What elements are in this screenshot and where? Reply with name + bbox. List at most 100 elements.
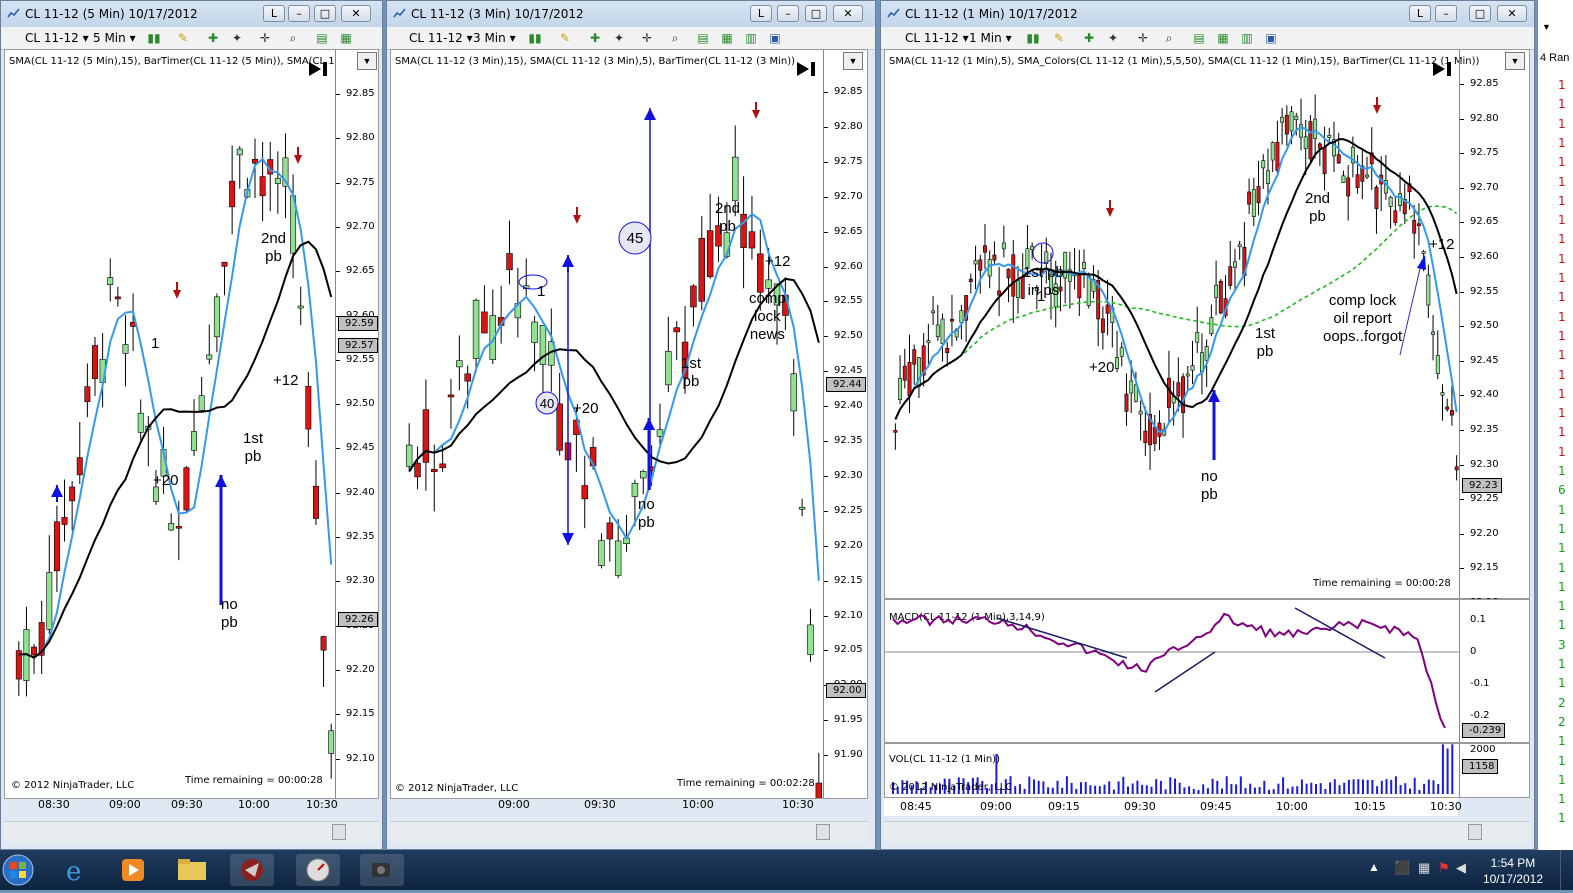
media-player-icon[interactable] bbox=[112, 854, 156, 886]
price-panel[interactable]: SMA(CL 11-12 (1 Min),5), SMA_Colors(CL 1… bbox=[884, 49, 1530, 608]
clock[interactable]: 1:54 PM 10/17/2012 bbox=[1483, 855, 1543, 887]
properties-icon[interactable]: ▤ bbox=[314, 30, 330, 46]
chart-trader-icon[interactable]: ▥ bbox=[1239, 30, 1255, 46]
minimize-button[interactable]: – bbox=[288, 5, 310, 22]
range-count: 1 bbox=[1558, 753, 1566, 768]
title-bar[interactable]: CL 11-12 (3 Min) 10/17/2012 L – □ ✕ bbox=[387, 1, 875, 27]
minimize-button[interactable]: – bbox=[1435, 5, 1457, 22]
strategy-icon[interactable]: ✦ bbox=[611, 30, 627, 46]
close-button[interactable]: ✕ bbox=[1497, 5, 1527, 22]
price-tick-label: 92.45 bbox=[1470, 354, 1499, 366]
add-indicator-icon[interactable]: ✚ bbox=[587, 30, 603, 46]
maximize-button[interactable]: □ bbox=[314, 5, 336, 22]
chart-trader-icon[interactable]: ▥ bbox=[743, 30, 759, 46]
interval-selector[interactable]: 5 Min ▾ bbox=[93, 31, 136, 45]
price-tick-label: 92.20 bbox=[834, 539, 863, 551]
side-panel-dropdown[interactable]: ▼ bbox=[1542, 22, 1556, 36]
chart-annotation: +20 bbox=[573, 400, 599, 417]
zoom-icon[interactable]: ⌕ bbox=[1161, 30, 1177, 46]
chart-style-button[interactable]: L bbox=[1409, 5, 1431, 22]
candle-body bbox=[731, 156, 739, 202]
candle-body bbox=[456, 360, 463, 368]
bar-type-icon[interactable]: ▮▮ bbox=[527, 30, 543, 46]
chart-style-button[interactable]: L bbox=[263, 5, 285, 22]
maximize-button[interactable]: □ bbox=[1469, 5, 1491, 22]
range-count: 1 bbox=[1558, 193, 1566, 208]
price-panel[interactable]: SMA(CL 11-12 (3 Min),15), SMA(CL 11-12 (… bbox=[390, 49, 868, 799]
instrument-selector[interactable]: CL 11-12 ▾ bbox=[409, 31, 473, 45]
template-icon[interactable]: ▣ bbox=[767, 30, 783, 46]
candle-body bbox=[1011, 254, 1016, 297]
ninjatrader-icon[interactable] bbox=[230, 854, 274, 886]
candle-body bbox=[31, 646, 38, 656]
camera-icon[interactable] bbox=[360, 854, 404, 886]
start-button[interactable] bbox=[0, 852, 40, 888]
tick-mark bbox=[1460, 118, 1464, 120]
data-box-icon[interactable]: ▦ bbox=[1215, 30, 1231, 46]
flag-icon[interactable]: ⚑ bbox=[1438, 860, 1450, 876]
title-bar[interactable]: CL 11-12 (1 Min) 10/17/2012 L – □ ✕ bbox=[881, 1, 1534, 27]
data-box-icon[interactable]: ▦ bbox=[338, 30, 354, 46]
horizontal-scrollbar[interactable] bbox=[884, 821, 1530, 842]
volume-panel[interactable]: VOL(CL 11-12 (1 Min)) 200010001158 © 201… bbox=[884, 743, 1530, 798]
pencil-icon[interactable]: ✎ bbox=[557, 30, 573, 46]
bar-type-icon[interactable]: ▮▮ bbox=[1025, 30, 1041, 46]
interval-selector[interactable]: 1 Min ▾ bbox=[969, 31, 1012, 45]
candle-body bbox=[1336, 154, 1341, 164]
candle-body bbox=[1393, 210, 1398, 223]
interval-label: 1 Min bbox=[969, 31, 1002, 45]
zoom-icon[interactable]: ⌕ bbox=[667, 30, 683, 46]
add-indicator-icon[interactable]: ✚ bbox=[1081, 30, 1097, 46]
instrument-selector[interactable]: CL 11-12 ▾ bbox=[905, 31, 969, 45]
candle-body bbox=[1105, 304, 1110, 314]
file-explorer-icon[interactable] bbox=[170, 854, 214, 886]
show-desktop-button[interactable] bbox=[1560, 850, 1573, 890]
properties-icon[interactable]: ▤ bbox=[695, 30, 711, 46]
candle-body bbox=[1289, 111, 1294, 132]
instrument-selector[interactable]: CL 11-12 ▾ bbox=[25, 31, 89, 45]
tick-mark bbox=[824, 615, 828, 617]
bar-type-icon[interactable]: ▮▮ bbox=[146, 30, 162, 46]
minimize-button[interactable]: – bbox=[777, 5, 799, 22]
strategy-icon[interactable]: ✦ bbox=[1105, 30, 1121, 46]
properties-icon[interactable]: ▤ bbox=[1191, 30, 1207, 46]
interval-selector[interactable]: 3 Min ▾ bbox=[473, 31, 516, 45]
crosshair-icon[interactable]: ✛ bbox=[1135, 30, 1151, 46]
add-indicator-icon[interactable]: ✚ bbox=[205, 30, 221, 46]
candle-body bbox=[221, 261, 228, 267]
scroll-thumb[interactable] bbox=[332, 824, 346, 840]
chart-style-button[interactable]: L bbox=[750, 5, 772, 22]
data-box-icon[interactable]: ▦ bbox=[719, 30, 735, 46]
candle-body bbox=[1006, 268, 1011, 279]
range-count: 1 bbox=[1558, 97, 1566, 112]
macd-line bbox=[892, 612, 1446, 729]
crosshair-icon[interactable]: ✛ bbox=[257, 30, 273, 46]
pencil-icon[interactable]: ✎ bbox=[1051, 30, 1067, 46]
tick-mark bbox=[1460, 499, 1464, 501]
maximize-button[interactable]: □ bbox=[805, 5, 827, 22]
horizontal-scrollbar[interactable] bbox=[390, 821, 868, 842]
sell-signal-marker bbox=[1373, 105, 1381, 114]
acrobat-icon[interactable]: ⬛ bbox=[1394, 860, 1410, 876]
internet-explorer-icon[interactable]: e bbox=[54, 854, 98, 887]
scroll-thumb[interactable] bbox=[816, 824, 830, 840]
macd-panel[interactable]: MACD(CL 11-12 (1 Min),3,14,9) 0.1 0 -0.1 -0… bbox=[884, 599, 1530, 743]
horizontal-scrollbar[interactable] bbox=[4, 821, 379, 842]
candle-body bbox=[1266, 170, 1270, 184]
tray-arrow-icon[interactable]: ▲ bbox=[1368, 860, 1380, 874]
crosshair-icon[interactable]: ✛ bbox=[639, 30, 655, 46]
template-icon[interactable]: ▣ bbox=[1263, 30, 1279, 46]
title-bar[interactable]: CL 11-12 (5 Min) 10/17/2012 L – □ ✕ bbox=[1, 1, 382, 27]
range-count: 1 bbox=[1558, 155, 1566, 170]
volume-icon[interactable]: ◀ bbox=[1456, 860, 1466, 876]
chart-annotation: 1 bbox=[1037, 288, 1046, 305]
pencil-icon[interactable]: ✎ bbox=[175, 30, 191, 46]
network-icon[interactable]: ▦ bbox=[1418, 860, 1430, 876]
speedometer-icon[interactable] bbox=[296, 854, 340, 886]
close-button[interactable]: ✕ bbox=[833, 5, 863, 22]
zoom-icon[interactable]: ⌕ bbox=[285, 30, 301, 46]
price-panel[interactable]: SMA(CL 11-12 (5 Min),15), BarTimer(CL 11… bbox=[4, 49, 379, 799]
scroll-thumb[interactable] bbox=[1468, 824, 1482, 840]
close-button[interactable]: ✕ bbox=[341, 5, 371, 22]
strategy-icon[interactable]: ✦ bbox=[229, 30, 245, 46]
